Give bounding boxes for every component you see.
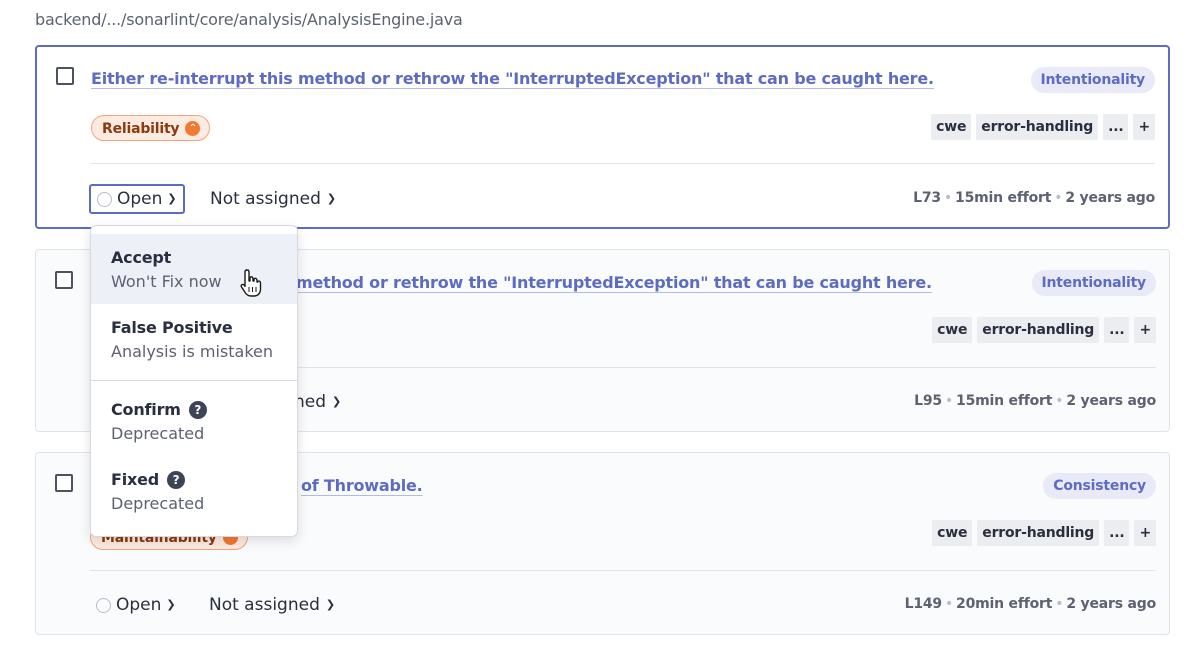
effort: 20min effort	[956, 596, 1053, 612]
menu-item-title: Fixed	[111, 470, 160, 489]
tag[interactable]: error-handling	[977, 317, 1100, 343]
issue-meta: L95 • 15min effort • 2 years ago	[914, 393, 1156, 409]
add-tag-button[interactable]: +	[1134, 520, 1156, 546]
hand-cursor-icon	[240, 269, 262, 297]
issue-age: 2 years ago	[1066, 393, 1156, 409]
issue-title-link[interactable]: method or rethrow the "InterruptedExcept…	[296, 273, 932, 292]
tag[interactable]: cwe	[932, 520, 973, 546]
status-transition-menu: Accept Won't Fix now False Positive Anal…	[90, 225, 298, 537]
menu-item-fixed[interactable]: Fixed? Deprecated	[91, 456, 297, 526]
assignee-label: ned	[294, 392, 327, 412]
tag[interactable]: cwe	[932, 317, 973, 343]
chevron-down-icon: ❯	[166, 597, 176, 611]
divider	[91, 163, 1155, 164]
more-tags-button[interactable]: ...	[1104, 317, 1130, 343]
menu-item-subtitle: Deprecated	[111, 494, 205, 513]
checkbox-icon[interactable]	[55, 474, 73, 492]
chevron-down-icon: ❯	[325, 597, 336, 611]
tag-list: cwe error-handling ... +	[932, 520, 1156, 546]
menu-item-subtitle: Deprecated	[111, 424, 205, 443]
status-dropdown[interactable]: Open ❯	[89, 184, 185, 214]
issue-title-link[interactable]: of Throwable.	[301, 476, 423, 495]
software-quality-impact-badge[interactable]: Reliability ⌃	[91, 115, 211, 141]
issue-meta: L149 • 20min effort • 2 years ago	[904, 596, 1157, 612]
issue-age: 2 years ago	[1065, 190, 1155, 206]
checkbox-icon[interactable]	[55, 271, 73, 289]
clean-code-attribute-badge: Intentionality	[1031, 270, 1156, 296]
status-label: Open	[117, 189, 163, 209]
chevron-down-icon: ❯	[332, 394, 342, 408]
issue-meta: L73 • 15min effort • 2 years ago	[913, 190, 1155, 206]
status-label: Open	[116, 595, 162, 615]
assignee-dropdown[interactable]: Not assigned ❯	[209, 590, 335, 620]
status-circle-icon	[97, 191, 112, 207]
help-icon[interactable]: ?	[167, 470, 186, 489]
line-number[interactable]: L149	[905, 596, 943, 612]
status-circle-icon	[96, 597, 111, 613]
status-dropdown[interactable]: Open ❯	[90, 590, 182, 620]
effort: 15min effort	[956, 393, 1053, 409]
more-tags-button[interactable]: ...	[1103, 114, 1129, 140]
clean-code-attribute-badge: Consistency	[1043, 473, 1156, 499]
add-tag-button[interactable]: +	[1134, 317, 1156, 343]
effort: 15min effort	[955, 190, 1052, 206]
more-tags-button[interactable]: ...	[1104, 520, 1130, 546]
clean-code-attribute-badge: Intentionality	[1030, 67, 1155, 93]
tag[interactable]: cwe	[931, 114, 972, 140]
menu-item-title: False Positive	[111, 318, 233, 337]
assignee-dropdown[interactable]: ned ❯	[294, 387, 341, 417]
add-tag-button[interactable]: +	[1133, 114, 1155, 140]
assignee-dropdown[interactable]: Not assigned ❯	[210, 184, 336, 214]
divider	[90, 570, 1156, 571]
menu-item-confirm[interactable]: Confirm? Deprecated	[91, 386, 297, 456]
tag[interactable]: error-handling	[976, 114, 1099, 140]
tag-list: cwe error-handling ... +	[932, 317, 1156, 343]
menu-item-title: Accept	[111, 248, 172, 267]
file-path-breadcrumb: backend/.../sonarlint/core/analysis/Anal…	[35, 10, 463, 29]
tag-list: cwe error-handling ... +	[931, 114, 1155, 140]
chevron-down-icon: ❯	[326, 191, 337, 205]
menu-divider	[91, 380, 297, 381]
menu-item-accept[interactable]: Accept Won't Fix now	[91, 234, 297, 304]
menu-item-false-positive[interactable]: False Positive Analysis is mistaken	[91, 304, 297, 374]
assignee-label: Not assigned	[209, 595, 320, 615]
assignee-label: Not assigned	[210, 189, 321, 209]
checkbox-icon[interactable]	[56, 67, 74, 85]
issue-age: 2 years ago	[1066, 596, 1156, 612]
help-icon[interactable]: ?	[188, 400, 207, 419]
line-number[interactable]: L95	[914, 393, 942, 409]
issue-card[interactable]: Either re-interrupt this method or rethr…	[35, 45, 1170, 229]
severity-high-icon: ⌃	[185, 121, 201, 136]
menu-item-subtitle: Won't Fix now	[111, 272, 222, 291]
impact-label: Reliability	[102, 121, 180, 137]
chevron-down-icon: ❯	[167, 191, 177, 205]
menu-item-title: Confirm	[111, 400, 181, 419]
line-number[interactable]: L73	[913, 190, 941, 206]
issue-title-link[interactable]: Either re-interrupt this method or rethr…	[91, 69, 934, 88]
tag[interactable]: error-handling	[977, 520, 1100, 546]
menu-item-subtitle: Analysis is mistaken	[111, 342, 273, 361]
